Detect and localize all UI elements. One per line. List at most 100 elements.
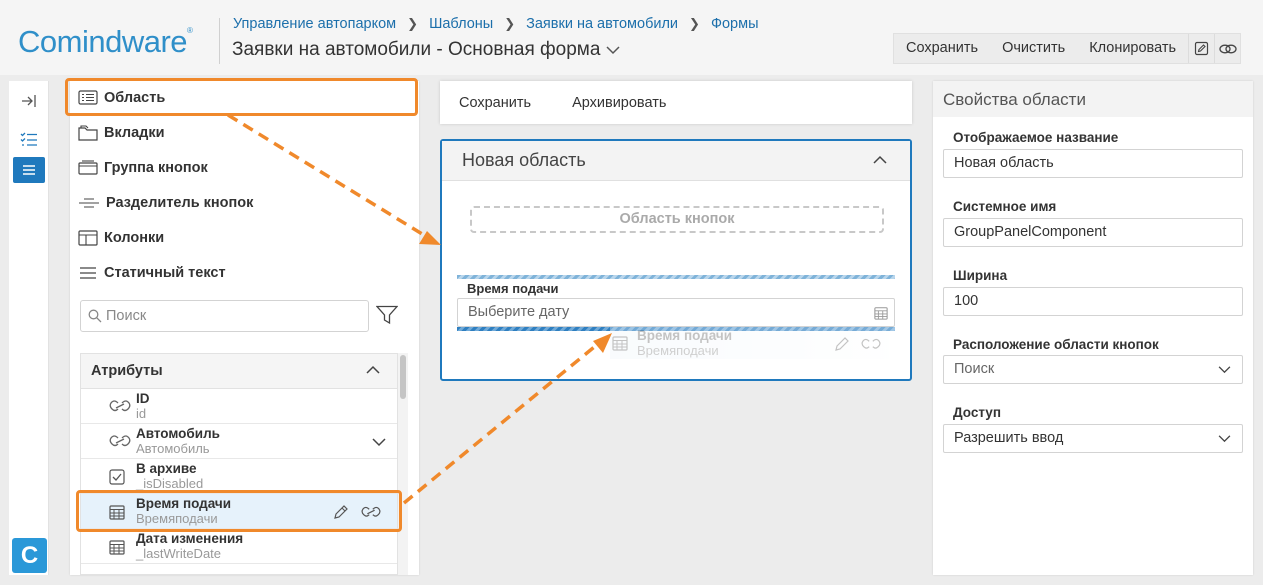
breadcrumb-requests[interactable]: Заявки на автомобили xyxy=(526,16,678,32)
left-rail: C xyxy=(9,81,49,575)
comindware-app-icon[interactable]: C xyxy=(12,538,47,573)
attribute-row[interactable]: Дата изменения _lastWriteDate xyxy=(81,529,397,564)
properties-panel: Свойства области Отображаемое название Н… xyxy=(933,81,1253,575)
chevron-up-icon[interactable] xyxy=(873,155,887,165)
attribute-row[interactable]: В архиве _isDisabled xyxy=(81,459,397,494)
chevron-up-icon xyxy=(366,365,380,374)
display-name-label: Отображаемое название xyxy=(953,130,1119,145)
header-divider xyxy=(219,18,220,64)
attribute-name: ID xyxy=(136,391,150,406)
button-area-position-label: Расположение области кнопок xyxy=(953,337,1159,352)
chevron-down-icon xyxy=(606,46,620,55)
area-title: Новая область xyxy=(462,150,586,170)
form-area[interactable]: Новая область Область кнопок Время подач… xyxy=(440,139,912,381)
checklist-icon[interactable] xyxy=(13,126,45,152)
date-placeholder: Выберите дату xyxy=(468,304,570,320)
highlight-attribute-row xyxy=(76,490,402,532)
attributes-scrollbar[interactable] xyxy=(398,353,408,575)
button-zone-placeholder[interactable]: Область кнопок xyxy=(470,206,884,233)
properties-title: Свойства области xyxy=(933,81,1253,117)
access-select[interactable]: Разрешить ввод xyxy=(943,424,1243,453)
chevron-right-icon: ❯ xyxy=(407,16,419,31)
width-field[interactable]: 100 xyxy=(943,287,1243,316)
system-name-field[interactable]: GroupPanelComponent xyxy=(943,218,1243,247)
clear-button[interactable]: Очистить xyxy=(990,34,1077,63)
chevron-down-icon[interactable] xyxy=(372,437,386,447)
attribute-name: В архиве xyxy=(136,461,197,476)
select-value: Разрешить ввод xyxy=(954,430,1064,446)
link-icon xyxy=(109,435,131,447)
save-button[interactable]: Сохранить xyxy=(894,34,990,63)
component-label: Разделитель кнопок xyxy=(106,195,254,211)
form-save-button[interactable]: Сохранить xyxy=(459,95,531,111)
attributes-list: Атрибуты ID id Автомобиль Автомобиль В а… xyxy=(80,353,398,575)
comindware-logo[interactable]: Comindware® xyxy=(18,24,193,60)
component-label: Статичный текст xyxy=(104,265,226,281)
drag-ghost: Время подачи Времяподачи xyxy=(610,327,896,359)
page-title[interactable]: Заявки на автомобили - Основная форма xyxy=(232,39,620,61)
attribute-name: Автомобиль xyxy=(136,426,220,441)
select-value: Поиск xyxy=(954,361,995,377)
checkbox-icon xyxy=(109,469,125,485)
attribute-system-name: _lastWriteDate xyxy=(136,546,222,561)
columns-icon xyxy=(78,230,98,246)
edit-icon[interactable] xyxy=(1188,34,1214,63)
display-name-field[interactable]: Новая область xyxy=(943,149,1243,178)
attribute-system-name: Автомобиль xyxy=(136,441,210,456)
separator-icon xyxy=(79,198,99,208)
app-header: Comindware® Управление автопарком ❯ Шабл… xyxy=(0,0,1263,75)
form-archive-button[interactable]: Архивировать xyxy=(572,95,666,111)
search-icon xyxy=(88,309,102,323)
component-columns[interactable]: Колонки xyxy=(78,223,164,253)
button-group-icon xyxy=(78,160,98,175)
system-name-label: Системное имя xyxy=(953,199,1057,214)
attribute-row[interactable]: Автомобиль Автомобиль xyxy=(81,424,397,459)
component-tabs[interactable]: Вкладки xyxy=(78,118,165,148)
breadcrumb-forms[interactable]: Формы xyxy=(711,16,759,32)
component-label: Вкладки xyxy=(104,125,165,141)
area-header[interactable]: Новая область xyxy=(442,141,910,181)
component-label: Группа кнопок xyxy=(104,160,208,176)
attribute-system-name: id xyxy=(136,406,147,421)
component-label: Колонки xyxy=(104,230,165,246)
attribute-row[interactable]: ID id xyxy=(81,389,397,424)
highlight-area-component xyxy=(65,78,418,116)
form-button-bar: Сохранить Архивировать xyxy=(440,81,912,124)
filter-icon[interactable] xyxy=(375,305,399,328)
link-icon xyxy=(109,400,131,412)
clone-button[interactable]: Клонировать xyxy=(1077,34,1188,63)
date-input[interactable]: Выберите дату xyxy=(457,298,895,327)
component-static-text[interactable]: Статичный текст xyxy=(78,258,226,288)
collapse-panel-icon[interactable] xyxy=(13,88,45,114)
chevron-down-icon xyxy=(1218,435,1231,443)
link-icon xyxy=(861,338,881,349)
search-placeholder: Поиск xyxy=(106,308,147,324)
scrollbar-thumb[interactable] xyxy=(400,355,406,399)
link-icon[interactable] xyxy=(1214,34,1240,63)
drop-indicator xyxy=(457,275,895,279)
calendar-icon xyxy=(612,336,628,351)
header-toolbar: Сохранить Очистить Клонировать xyxy=(893,33,1242,64)
pencil-icon xyxy=(835,337,849,351)
component-button-group[interactable]: Группа кнопок xyxy=(78,153,208,183)
attributes-header[interactable]: Атрибуты xyxy=(81,354,397,389)
breadcrumb-templates[interactable]: Шаблоны xyxy=(429,16,493,32)
field-label: Время подачи xyxy=(467,281,559,296)
chevron-right-icon: ❯ xyxy=(689,16,700,31)
chevron-right-icon: ❯ xyxy=(504,16,516,31)
calendar-icon xyxy=(109,540,125,555)
attribute-system-name: _isDisabled xyxy=(136,476,204,491)
component-button-separator[interactable]: Разделитель кнопок xyxy=(78,188,253,218)
access-label: Доступ xyxy=(953,405,1001,420)
calendar-icon[interactable] xyxy=(874,306,888,320)
text-lines-icon xyxy=(80,267,96,279)
search-input[interactable]: Поиск xyxy=(80,300,369,332)
ghost-system-name: Времяподачи xyxy=(637,343,719,358)
attribute-name: Дата изменения xyxy=(136,531,244,546)
button-area-position-select[interactable]: Поиск xyxy=(943,355,1243,384)
chevron-down-icon xyxy=(1218,366,1231,374)
components-list-icon[interactable] xyxy=(13,157,45,183)
width-label: Ширина xyxy=(953,268,1008,283)
breadcrumb-fleet[interactable]: Управление автопарком xyxy=(233,16,396,32)
folder-icon xyxy=(78,125,98,141)
